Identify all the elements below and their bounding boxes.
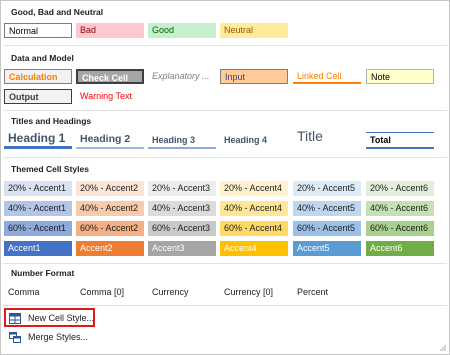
- style-60-accent2[interactable]: 60% - Accent2: [76, 221, 144, 236]
- cell-styles-gallery: Good, Bad and Neutral Normal Bad Good Ne…: [0, 0, 450, 355]
- style-accent5[interactable]: Accent5: [293, 241, 361, 256]
- style-currency[interactable]: Currency: [148, 285, 216, 300]
- style-40-accent6[interactable]: 40% - Accent6: [366, 201, 434, 216]
- style-60-accent1[interactable]: 60% - Accent1: [4, 221, 72, 236]
- style-warning-text[interactable]: Warning Text: [76, 89, 144, 104]
- style-accent2[interactable]: Accent2: [76, 241, 144, 256]
- style-percent[interactable]: Percent: [293, 285, 361, 300]
- style-comma[interactable]: Comma: [4, 285, 72, 300]
- highlight-box: [4, 308, 95, 327]
- style-note[interactable]: Note: [366, 69, 434, 84]
- style-heading-2[interactable]: Heading 2: [76, 131, 144, 149]
- style-60-accent5[interactable]: 60% - Accent5: [293, 221, 361, 236]
- style-60-accent6[interactable]: 60% - Accent6: [366, 221, 434, 236]
- merge-styles-menu-item[interactable]: Merge Styles...: [4, 328, 94, 346]
- section-heading-good-bad-neutral: Good, Bad and Neutral: [11, 7, 104, 17]
- section-divider: [3, 45, 447, 46]
- style-20-accent4[interactable]: 20% - Accent4: [220, 181, 288, 196]
- style-output[interactable]: Output: [4, 89, 72, 104]
- resize-grip-icon[interactable]: [440, 345, 446, 351]
- section-divider: [3, 305, 447, 306]
- style-normal[interactable]: Normal: [4, 23, 72, 38]
- style-comma-0[interactable]: Comma [0]: [76, 285, 144, 300]
- style-neutral[interactable]: Neutral: [220, 23, 288, 38]
- section-heading-themed: Themed Cell Styles: [11, 164, 89, 174]
- style-20-accent5[interactable]: 20% - Accent5: [293, 181, 361, 196]
- style-20-accent6[interactable]: 20% - Accent6: [366, 181, 434, 196]
- style-currency-0[interactable]: Currency [0]: [220, 285, 288, 300]
- style-calculation[interactable]: Calculation: [4, 69, 72, 84]
- style-40-accent1[interactable]: 40% - Accent1: [4, 201, 72, 216]
- style-60-accent3[interactable]: 60% - Accent3: [148, 221, 216, 236]
- style-heading-3[interactable]: Heading 3: [148, 131, 216, 149]
- style-accent6[interactable]: Accent6: [366, 241, 434, 256]
- style-20-accent2[interactable]: 20% - Accent2: [76, 181, 144, 196]
- section-heading-data-model: Data and Model: [11, 53, 74, 63]
- style-heading-1[interactable]: Heading 1: [4, 131, 72, 149]
- section-divider: [3, 263, 447, 264]
- style-linked-cell[interactable]: Linked Cell: [293, 69, 361, 84]
- style-accent1[interactable]: Accent1: [4, 241, 72, 256]
- style-total[interactable]: Total: [366, 132, 434, 149]
- style-40-accent3[interactable]: 40% - Accent3: [148, 201, 216, 216]
- section-heading-number-format: Number Format: [11, 268, 75, 278]
- style-20-accent1[interactable]: 20% - Accent1: [4, 181, 72, 196]
- style-40-accent4[interactable]: 40% - Accent4: [220, 201, 288, 216]
- style-check-cell[interactable]: Check Cell: [76, 69, 144, 84]
- style-60-accent4[interactable]: 60% - Accent4: [220, 221, 288, 236]
- style-title[interactable]: Title: [293, 129, 361, 147]
- section-heading-titles: Titles and Headings: [11, 116, 92, 126]
- style-20-accent3[interactable]: 20% - Accent3: [148, 181, 216, 196]
- style-good[interactable]: Good: [148, 23, 216, 38]
- style-input[interactable]: Input: [220, 69, 288, 84]
- style-explanatory[interactable]: Explanatory ...: [148, 69, 216, 84]
- style-accent4[interactable]: Accent4: [220, 241, 288, 256]
- merge-styles-label: Merge Styles...: [28, 332, 89, 342]
- style-bad[interactable]: Bad: [76, 23, 144, 38]
- section-divider: [3, 110, 447, 111]
- style-40-accent5[interactable]: 40% - Accent5: [293, 201, 361, 216]
- style-heading-4[interactable]: Heading 4: [220, 131, 288, 149]
- style-accent3[interactable]: Accent3: [148, 241, 216, 256]
- merge-styles-icon: [9, 331, 21, 343]
- section-divider: [3, 157, 447, 158]
- style-40-accent2[interactable]: 40% - Accent2: [76, 201, 144, 216]
